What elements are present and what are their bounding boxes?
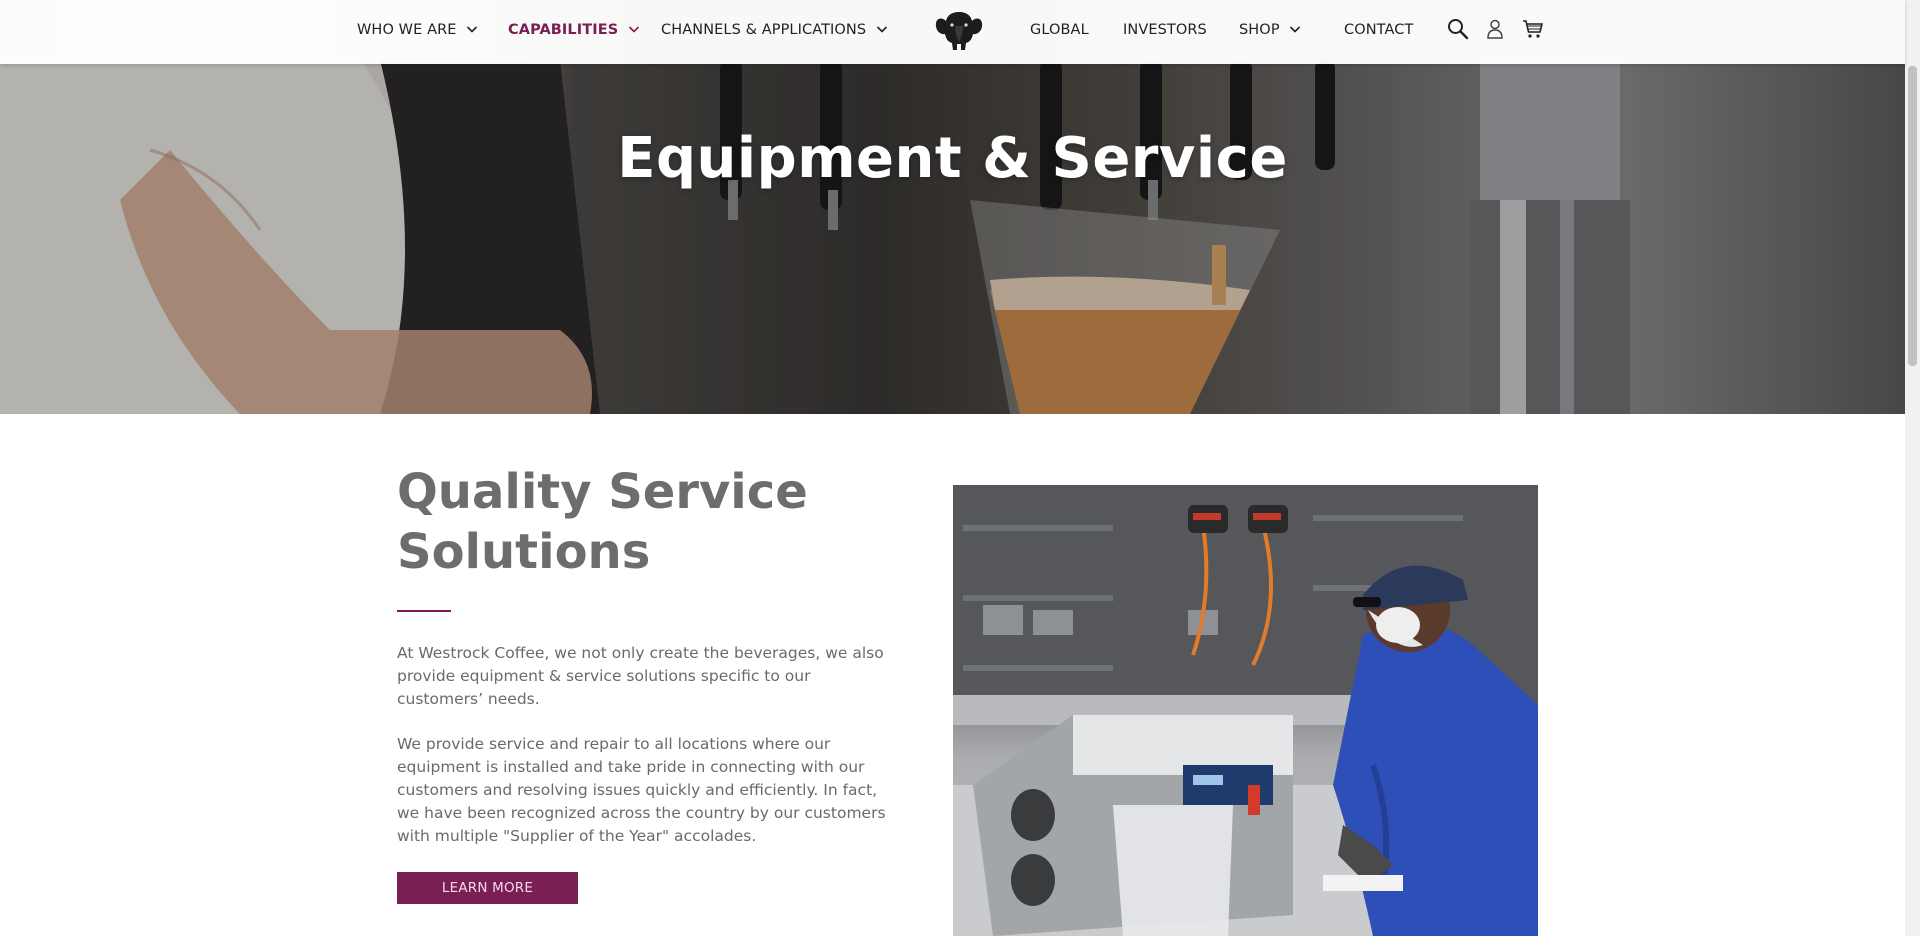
hero-title: Equipment & Service <box>617 126 1288 191</box>
accent-divider <box>397 610 451 612</box>
nav-channels-applications[interactable]: CHANNELS & APPLICATIONS <box>661 0 888 60</box>
chevron-down-icon <box>1290 25 1301 33</box>
nav-label: SHOP <box>1239 22 1280 38</box>
elephant-logo[interactable] <box>935 8 983 52</box>
section-title-line2: Solutions <box>397 524 651 580</box>
nav-shop[interactable]: SHOP <box>1239 0 1301 60</box>
technician-photo <box>953 485 1538 936</box>
nav-capabilities[interactable]: CAPABILITIES <box>508 0 640 60</box>
nav-contact[interactable]: CONTACT <box>1344 0 1413 60</box>
nav-global[interactable]: GLOBAL <box>1030 0 1089 60</box>
nav-label: CHANNELS & APPLICATIONS <box>661 22 867 38</box>
chevron-down-icon <box>467 25 478 33</box>
top-navigation: WHO WE ARE CAPABILITIES CHANNELS & APPLI… <box>0 0 1905 64</box>
nav-label: WHO WE ARE <box>357 22 457 38</box>
cart-icon[interactable] <box>1521 17 1545 41</box>
nav-label: CAPABILITIES <box>508 22 619 38</box>
chevron-down-icon <box>629 25 640 33</box>
section-title: Quality Service Solutions <box>397 462 817 582</box>
nav-investors[interactable]: INVESTORS <box>1123 0 1207 60</box>
service-paragraph: We provide service and repair to all loc… <box>397 735 886 845</box>
nav-who-we-are[interactable]: WHO WE ARE <box>357 0 478 60</box>
nav-label: CONTACT <box>1344 22 1414 38</box>
scrollbar[interactable] <box>1905 0 1920 936</box>
section-title-line1: Quality Service <box>397 464 808 520</box>
intro-paragraph: At Westrock Coffee, we not only create t… <box>397 644 884 708</box>
chevron-down-icon <box>876 25 887 33</box>
nav-label: INVESTORS <box>1123 22 1207 38</box>
nav-label: GLOBAL <box>1030 22 1089 38</box>
search-icon[interactable] <box>1446 17 1470 41</box>
scrollbar-thumb[interactable] <box>1908 66 1917 366</box>
learn-more-button[interactable]: LEARN MORE <box>397 872 578 904</box>
technician-image <box>953 485 1538 936</box>
account-icon[interactable] <box>1483 17 1507 41</box>
